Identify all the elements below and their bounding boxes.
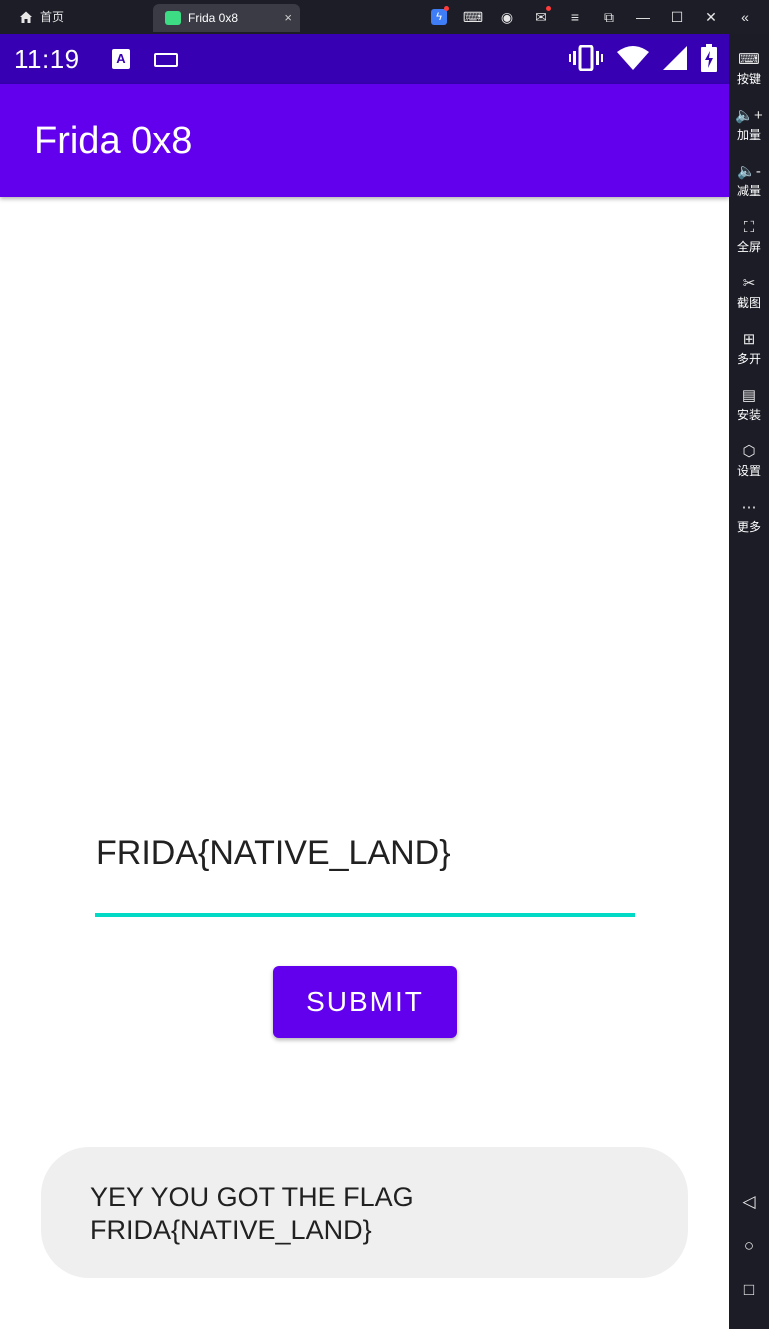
mail-icon[interactable]: ✉ (524, 0, 558, 34)
status-clock: 11:19 (14, 44, 80, 74)
sidebar-item-more[interactable]: ⋯ 更多 (729, 496, 769, 535)
sidebar-item-screenshot[interactable]: ✂ 截图 (729, 272, 769, 311)
app-bar: Frida 0x8 (0, 84, 729, 197)
volume-up-icon: 🔈+ (735, 107, 763, 124)
fullscreen-icon: ⛶ (743, 218, 755, 236)
multi-instance-icon: ⊞ (742, 331, 756, 348)
flag-input[interactable]: FRIDA{NATIVE_LAND} (96, 834, 451, 873)
sidebar-item-fullscreen[interactable]: ⛶ 全屏 (729, 216, 769, 255)
toast-line-2: FRIDA{NATIVE_LAND} (90, 1215, 372, 1245)
sidebar-item-settings[interactable]: ⬡ 设置 (729, 440, 769, 479)
sidebar-item-label: 安装 (736, 408, 761, 422)
sidebar-item-multi-instance[interactable]: ⊞ 多开 (729, 328, 769, 367)
android-icon (165, 11, 181, 25)
bolt-icon[interactable]: ϟ (422, 0, 456, 34)
menu-icon[interactable]: ≡ (558, 0, 592, 34)
app-tab-label: Frida 0x8 (188, 11, 239, 25)
status-icons (569, 44, 717, 72)
home-tab-label: 首页 (40, 10, 65, 24)
status-bar: 11:19 A (0, 34, 729, 84)
sidebar-item-label: 按键 (736, 72, 761, 86)
settings-icon: ⬡ (742, 443, 756, 460)
scissors-icon: ✂ (742, 275, 756, 292)
back-icon[interactable]: ◁ (729, 1192, 769, 1212)
sidebar-item-label: 截图 (736, 296, 761, 310)
apk-icon: ▤ (741, 387, 757, 404)
sidebar-item-label: 多开 (736, 352, 761, 366)
submit-button[interactable]: SUBMIT (273, 966, 457, 1038)
sidebar-item-label: 更多 (736, 520, 761, 534)
a-notification-icon: A (112, 49, 130, 69)
signal-icon (663, 46, 687, 70)
restore-icon[interactable]: ⧉ (592, 0, 626, 34)
toast-message: YEY YOU GOT THE FLAG FRIDA{NATIVE_LAND} (41, 1147, 688, 1278)
sidebar-item-label: 全屏 (736, 240, 761, 254)
phone-screen: 11:19 A Frida 0x8 FRIDA{NATIVE_LAND} SUB… (0, 34, 729, 1329)
wifi-icon (617, 46, 649, 70)
vibrate-icon (569, 45, 603, 71)
gamepad-icon[interactable]: ⌨ (456, 0, 490, 34)
app-title: Frida 0x8 (34, 120, 193, 162)
recents-icon[interactable]: □ (729, 1280, 769, 1300)
house-icon (20, 11, 32, 23)
sidebar-item-volume-up[interactable]: 🔈+ 加量 (729, 104, 769, 143)
emulator-titlebar: 首页 Frida 0x8 × ϟ ⌨ ◉ ✉ ≡ ⧉ — ☐ ✕ « (0, 0, 769, 34)
more-icon: ⋯ (741, 499, 757, 516)
app-tab[interactable]: Frida 0x8 × (153, 4, 300, 32)
sidebar-item-keys[interactable]: ⌨ 按键 (729, 48, 769, 87)
emulator-sidebar: ⌨ 按键 🔈+ 加量 🔈- 减量 ⛶ 全屏 ✂ 截图 ⊞ 多开 ▤ 安装 ⬡ 设… (729, 34, 769, 1329)
sidebar-item-label: 减量 (736, 184, 761, 198)
tab-close-icon[interactable]: × (284, 10, 292, 25)
sidebar-item-volume-down[interactable]: 🔈- 减量 (729, 160, 769, 199)
battery-charging-icon (701, 44, 717, 72)
sidebar-item-install[interactable]: ▤ 安装 (729, 384, 769, 423)
sidebar-item-label: 设置 (736, 464, 761, 478)
volume-down-icon: 🔈- (737, 163, 761, 180)
account-icon[interactable]: ◉ (490, 0, 524, 34)
maximize-icon[interactable]: ☐ (660, 0, 694, 34)
keyboard-notification-icon (154, 53, 178, 67)
collapse-icon[interactable]: « (728, 0, 762, 34)
minimize-icon[interactable]: — (626, 0, 660, 34)
close-icon[interactable]: ✕ (694, 0, 728, 34)
titlebar-controls: ϟ ⌨ ◉ ✉ ≡ ⧉ — ☐ ✕ « (422, 0, 762, 34)
sidebar-item-label: 加量 (736, 128, 761, 142)
home-icon[interactable]: ○ (729, 1236, 769, 1256)
toast-line-1: YEY YOU GOT THE FLAG (90, 1182, 414, 1212)
input-underline (95, 913, 635, 917)
keyboard-icon: ⌨ (738, 51, 760, 68)
home-tab[interactable]: 首页 (18, 8, 64, 25)
